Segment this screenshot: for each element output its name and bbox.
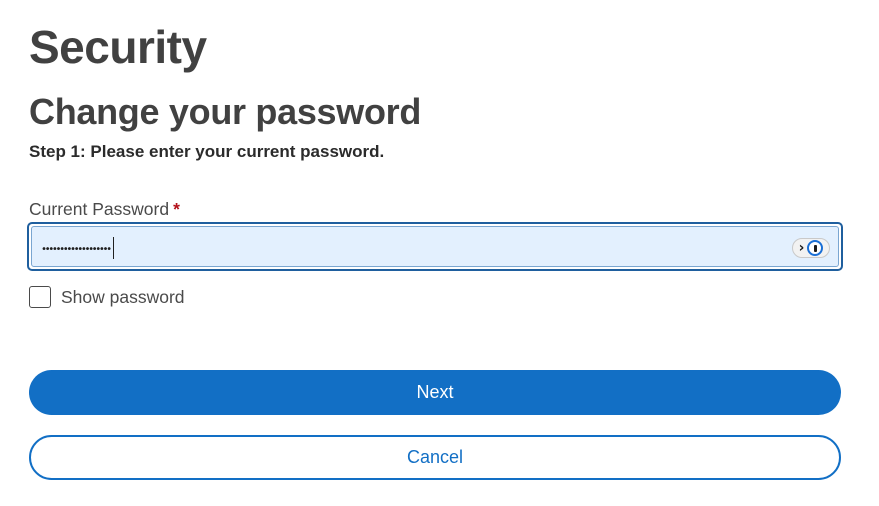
- next-button[interactable]: Next: [29, 370, 841, 415]
- 1password-icon-keyhole: [813, 244, 817, 252]
- chevron-right-icon: ›: [798, 240, 805, 256]
- show-password-toggle[interactable]: Show password: [29, 286, 185, 308]
- current-password-field[interactable]: ••••••••••••••••••• ›: [27, 222, 843, 271]
- current-password-masked-value: •••••••••••••••••••: [41, 237, 114, 260]
- masked-dots: •••••••••••••••••••: [41, 244, 112, 255]
- page-title: Security: [29, 21, 207, 73]
- step-instruction: Step 1: Please enter your current passwo…: [29, 142, 385, 161]
- password-manager-button[interactable]: ›: [792, 238, 830, 258]
- current-password-label-text: Current Password: [29, 199, 170, 219]
- current-password-label: Current Password *: [29, 198, 180, 220]
- show-password-checkbox[interactable]: [29, 286, 51, 308]
- section-title: Change your password: [29, 91, 422, 132]
- show-password-label[interactable]: Show password: [61, 286, 185, 308]
- required-marker: *: [173, 199, 180, 219]
- current-password-input[interactable]: ••••••••••••••••••• ›: [31, 226, 839, 267]
- text-caret: [112, 237, 114, 259]
- 1password-icon: [807, 240, 824, 256]
- cancel-button[interactable]: Cancel: [29, 435, 841, 480]
